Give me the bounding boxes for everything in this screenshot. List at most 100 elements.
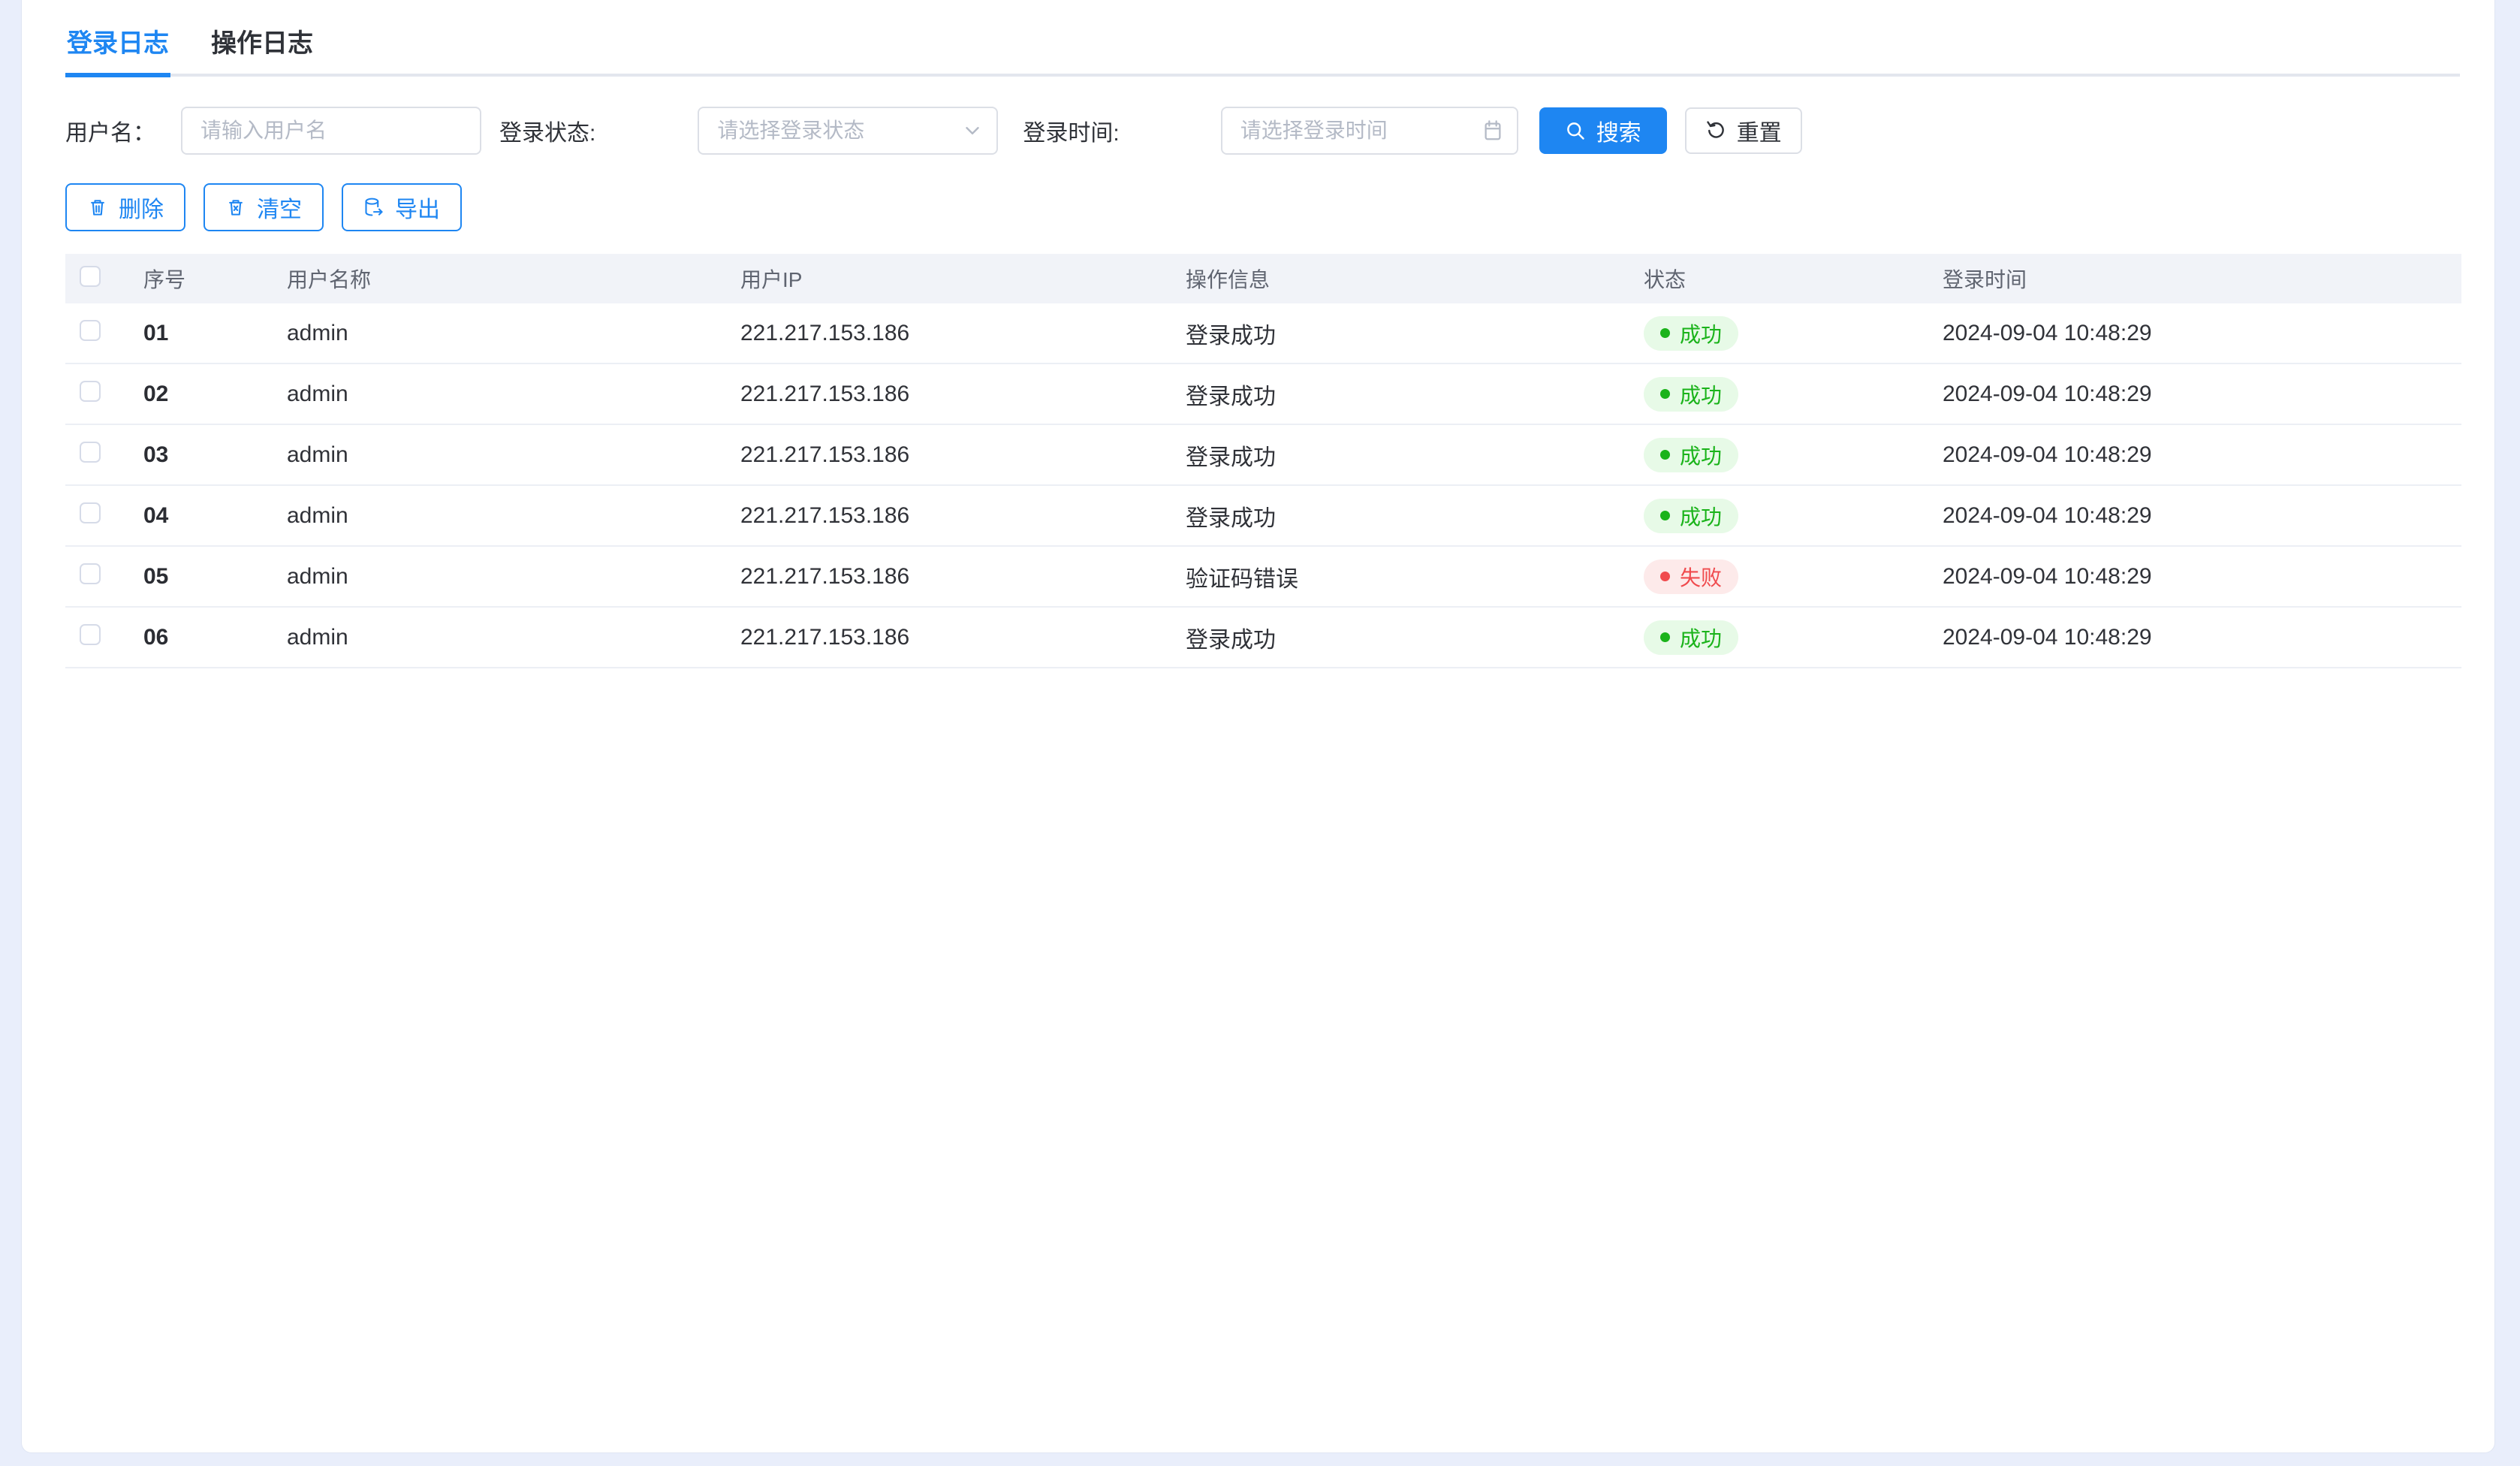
chevron-down-icon bbox=[960, 119, 984, 143]
row-login-time: 2024-09-04 10:48:29 bbox=[1943, 564, 2461, 590]
status-badge: 成功 bbox=[1644, 316, 1738, 351]
table-row: 02 admin 221.217.153.186 登录成功 成功 2024-09… bbox=[65, 364, 2461, 425]
status-badge: 成功 bbox=[1644, 438, 1738, 472]
login-status-field-wrap bbox=[698, 107, 998, 155]
status-badge-label: 成功 bbox=[1680, 318, 1722, 348]
row-user-ip: 221.217.153.186 bbox=[740, 503, 1186, 529]
row-operation-info: 登录成功 bbox=[1186, 378, 1644, 411]
row-serial: 06 bbox=[143, 625, 287, 650]
status-badge-label: 成功 bbox=[1680, 501, 1722, 531]
status-dot-icon bbox=[1660, 389, 1670, 399]
row-username: admin bbox=[287, 321, 740, 346]
header-user-ip: 用户IP bbox=[740, 264, 1186, 294]
row-username: admin bbox=[287, 503, 740, 529]
username-label: 用户名： bbox=[65, 114, 155, 147]
row-operation-info: 登录成功 bbox=[1186, 317, 1644, 350]
username-field-wrap bbox=[181, 107, 481, 155]
table-row: 01 admin 221.217.153.186 登录成功 成功 2024-09… bbox=[65, 303, 2461, 364]
login-status-label: 登录状态: bbox=[499, 114, 595, 147]
table-header-row: 序号 用户名称 用户IP 操作信息 状态 登录时间 bbox=[65, 254, 2461, 303]
status-badge: 成功 bbox=[1644, 499, 1738, 533]
filter-bar: 用户名： 登录状态: 登录时间: bbox=[65, 107, 2460, 155]
status-badge-label: 失败 bbox=[1680, 562, 1722, 592]
trash-icon bbox=[87, 197, 108, 218]
header-username: 用户名称 bbox=[287, 264, 740, 294]
row-login-time: 2024-09-04 10:48:29 bbox=[1943, 321, 2461, 346]
row-login-time: 2024-09-04 10:48:29 bbox=[1943, 503, 2461, 529]
row-checkbox[interactable] bbox=[80, 320, 101, 341]
header-serial: 序号 bbox=[143, 264, 287, 294]
trash-x-icon bbox=[225, 197, 246, 218]
delete-button[interactable]: 删除 bbox=[65, 183, 185, 231]
login-status-select[interactable] bbox=[698, 107, 998, 155]
export-button[interactable]: 导出 bbox=[342, 183, 462, 231]
status-dot-icon bbox=[1660, 511, 1670, 520]
tab-bar: 登录日志 操作日志 bbox=[65, 0, 2460, 77]
row-serial: 03 bbox=[143, 442, 287, 468]
row-serial: 01 bbox=[143, 321, 287, 346]
status-badge-label: 成功 bbox=[1680, 440, 1722, 470]
login-log-table: 序号 用户名称 用户IP 操作信息 状态 登录时间 01 admin 221.2… bbox=[65, 254, 2461, 668]
table-row: 04 admin 221.217.153.186 登录成功 成功 2024-09… bbox=[65, 486, 2461, 547]
header-checkbox-cell bbox=[65, 266, 143, 292]
status-badge: 失败 bbox=[1644, 560, 1738, 594]
login-time-field-wrap bbox=[1221, 107, 1518, 155]
row-user-ip: 221.217.153.186 bbox=[740, 564, 1186, 590]
clear-button[interactable]: 清空 bbox=[203, 183, 324, 231]
delete-button-label: 删除 bbox=[119, 191, 164, 224]
row-operation-info: 登录成功 bbox=[1186, 621, 1644, 654]
table-row: 05 admin 221.217.153.186 验证码错误 失败 2024-0… bbox=[65, 547, 2461, 608]
tab-operation-log[interactable]: 操作日志 bbox=[209, 11, 315, 77]
row-operation-info: 登录成功 bbox=[1186, 439, 1644, 472]
row-checkbox[interactable] bbox=[80, 381, 101, 402]
row-username: admin bbox=[287, 382, 740, 407]
row-login-time: 2024-09-04 10:48:29 bbox=[1943, 442, 2461, 468]
status-dot-icon bbox=[1660, 572, 1670, 581]
status-dot-icon bbox=[1660, 328, 1670, 338]
row-operation-info: 验证码错误 bbox=[1186, 560, 1644, 593]
table-row: 06 admin 221.217.153.186 登录成功 成功 2024-09… bbox=[65, 608, 2461, 668]
row-serial: 05 bbox=[143, 564, 287, 590]
row-checkbox[interactable] bbox=[80, 624, 101, 645]
login-time-datepicker[interactable] bbox=[1221, 107, 1518, 155]
table-body: 01 admin 221.217.153.186 登录成功 成功 2024-09… bbox=[65, 303, 2461, 668]
row-user-ip: 221.217.153.186 bbox=[740, 321, 1186, 346]
row-login-time: 2024-09-04 10:48:29 bbox=[1943, 625, 2461, 650]
row-serial: 02 bbox=[143, 382, 287, 407]
row-user-ip: 221.217.153.186 bbox=[740, 442, 1186, 468]
reset-button[interactable]: 重置 bbox=[1685, 107, 1802, 154]
row-username: admin bbox=[287, 442, 740, 468]
header-operation-info: 操作信息 bbox=[1186, 264, 1644, 294]
reset-icon bbox=[1705, 120, 1726, 141]
row-serial: 04 bbox=[143, 503, 287, 529]
header-login-time: 登录时间 bbox=[1943, 264, 2461, 294]
reset-button-label: 重置 bbox=[1737, 114, 1782, 147]
row-username: admin bbox=[287, 625, 740, 650]
header-status: 状态 bbox=[1644, 264, 1943, 294]
username-input[interactable] bbox=[181, 107, 481, 155]
status-badge-label: 成功 bbox=[1680, 623, 1722, 653]
row-checkbox[interactable] bbox=[80, 442, 101, 463]
clear-button-label: 清空 bbox=[257, 191, 302, 224]
tab-operation-log-label: 操作日志 bbox=[211, 29, 313, 58]
row-username: admin bbox=[287, 564, 740, 590]
export-database-icon bbox=[363, 197, 384, 218]
status-dot-icon bbox=[1660, 450, 1670, 460]
search-button[interactable]: 搜索 bbox=[1539, 107, 1667, 154]
row-checkbox[interactable] bbox=[80, 502, 101, 523]
export-button-label: 导出 bbox=[395, 191, 440, 224]
log-panel: 登录日志 操作日志 用户名： 登录状态: 登录时间: bbox=[21, 0, 2495, 1453]
row-user-ip: 221.217.153.186 bbox=[740, 382, 1186, 407]
status-dot-icon bbox=[1660, 632, 1670, 642]
row-checkbox[interactable] bbox=[80, 563, 101, 584]
search-button-label: 搜索 bbox=[1596, 114, 1641, 147]
tab-login-log-label: 登录日志 bbox=[67, 29, 169, 58]
action-bar: 删除 清空 导出 bbox=[65, 183, 2460, 231]
calendar-icon bbox=[1481, 119, 1505, 143]
select-all-checkbox[interactable] bbox=[80, 266, 101, 287]
search-icon bbox=[1565, 120, 1586, 141]
table-row: 03 admin 221.217.153.186 登录成功 成功 2024-09… bbox=[65, 425, 2461, 486]
status-badge-label: 成功 bbox=[1680, 379, 1722, 409]
tab-login-log[interactable]: 登录日志 bbox=[65, 11, 170, 77]
login-time-label: 登录时间: bbox=[1023, 114, 1119, 147]
